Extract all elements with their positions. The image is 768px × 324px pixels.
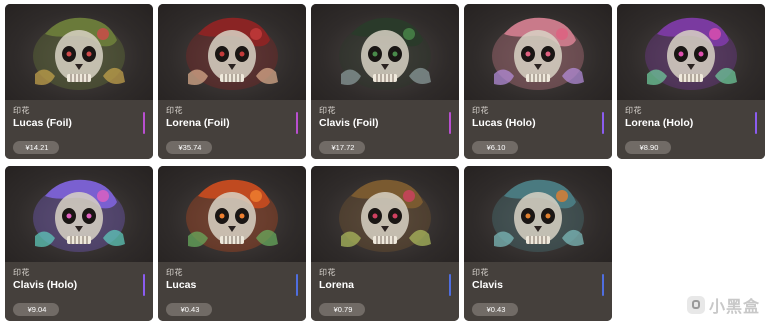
sticker-card[interactable]: 印花 Lucas (Foil) ¥14.21 bbox=[5, 4, 153, 159]
sticker-image bbox=[464, 166, 612, 262]
sticker-grid: 印花 Lucas (Foil) ¥14.21 印花 Lorena (Foil) … bbox=[5, 4, 765, 321]
rarity-bar bbox=[755, 112, 757, 134]
skull-sticker-icon bbox=[186, 17, 278, 90]
sticker-card[interactable]: 印花 Clavis ¥0.43 bbox=[464, 166, 612, 321]
item-type-label: 印花 bbox=[13, 106, 30, 115]
sticker-card[interactable]: 印花 Clavis (Foil) ¥17.72 bbox=[311, 4, 459, 159]
price-badge: ¥0.43 bbox=[166, 303, 212, 316]
skull-sticker-icon bbox=[186, 179, 278, 252]
sticker-info: 印花 Lucas ¥0.43 bbox=[158, 262, 306, 321]
sticker-image bbox=[5, 166, 153, 262]
rarity-bar bbox=[449, 274, 451, 296]
skull-sticker-icon bbox=[339, 179, 431, 252]
sticker-card[interactable]: 印花 Lucas (Holo) ¥6.10 bbox=[464, 4, 612, 159]
sticker-info: 印花 Lorena (Holo) ¥8.90 bbox=[617, 100, 765, 159]
item-name: Clavis (Holo) bbox=[13, 279, 78, 291]
sticker-info: 印花 Clavis ¥0.43 bbox=[464, 262, 612, 321]
skull-sticker-icon bbox=[33, 179, 125, 252]
price-badge: ¥8.90 bbox=[625, 141, 671, 154]
sticker-info: 印花 Lucas (Foil) ¥14.21 bbox=[5, 100, 153, 159]
rarity-bar bbox=[449, 112, 451, 134]
sticker-card[interactable]: 印花 Lorena (Foil) ¥35.74 bbox=[158, 4, 306, 159]
rarity-bar bbox=[602, 274, 604, 296]
sticker-image bbox=[158, 4, 306, 100]
price-badge: ¥17.72 bbox=[319, 141, 365, 154]
rarity-bar bbox=[296, 274, 298, 296]
item-name: Clavis (Foil) bbox=[319, 117, 379, 129]
price-badge: ¥35.74 bbox=[166, 141, 212, 154]
sticker-info: 印花 Clavis (Holo) ¥9.04 bbox=[5, 262, 153, 321]
sticker-card[interactable]: 印花 Lucas ¥0.43 bbox=[158, 166, 306, 321]
item-name: Lucas (Holo) bbox=[472, 117, 536, 129]
sticker-image bbox=[158, 166, 306, 262]
watermark: 小黑盒 bbox=[686, 293, 760, 317]
skull-sticker-icon bbox=[492, 17, 584, 90]
sticker-info: 印花 Lorena (Foil) ¥35.74 bbox=[158, 100, 306, 159]
price-badge: ¥14.21 bbox=[13, 141, 59, 154]
price-badge: ¥0.79 bbox=[319, 303, 365, 316]
heybox-logo-icon bbox=[686, 296, 705, 314]
price-badge: ¥9.04 bbox=[13, 303, 59, 316]
item-name: Clavis bbox=[472, 279, 503, 291]
sticker-image bbox=[464, 4, 612, 100]
item-type-label: 印花 bbox=[166, 268, 183, 277]
item-type-label: 印花 bbox=[166, 106, 183, 115]
price-badge: ¥6.10 bbox=[472, 141, 518, 154]
skull-sticker-icon bbox=[33, 17, 125, 90]
price-badge: ¥0.43 bbox=[472, 303, 518, 316]
rarity-bar bbox=[602, 112, 604, 134]
sticker-card[interactable]: 印花 Lorena ¥0.79 bbox=[311, 166, 459, 321]
item-type-label: 印花 bbox=[625, 106, 642, 115]
rarity-bar bbox=[296, 112, 298, 134]
sticker-image bbox=[617, 4, 765, 100]
sticker-card[interactable]: 印花 Clavis (Holo) ¥9.04 bbox=[5, 166, 153, 321]
skull-sticker-icon bbox=[339, 17, 431, 90]
item-type-label: 印花 bbox=[319, 268, 336, 277]
sticker-card[interactable]: 印花 Lorena (Holo) ¥8.90 bbox=[617, 4, 765, 159]
item-name: Lorena (Holo) bbox=[625, 117, 694, 129]
sticker-info: 印花 Lorena ¥0.79 bbox=[311, 262, 459, 321]
item-name: Lucas bbox=[166, 279, 197, 291]
sticker-info: 印花 Clavis (Foil) ¥17.72 bbox=[311, 100, 459, 159]
sticker-image bbox=[5, 4, 153, 100]
sticker-image bbox=[311, 166, 459, 262]
skull-sticker-icon bbox=[492, 179, 584, 252]
item-name: Lucas (Foil) bbox=[13, 117, 72, 129]
sticker-info: 印花 Lucas (Holo) ¥6.10 bbox=[464, 100, 612, 159]
item-name: Lorena bbox=[319, 279, 355, 291]
item-name: Lorena (Foil) bbox=[166, 117, 230, 129]
rarity-bar bbox=[143, 274, 145, 296]
item-type-label: 印花 bbox=[13, 268, 30, 277]
item-type-label: 印花 bbox=[472, 268, 489, 277]
skull-sticker-icon bbox=[645, 17, 737, 90]
item-type-label: 印花 bbox=[472, 106, 489, 115]
sticker-image bbox=[311, 4, 459, 100]
rarity-bar bbox=[143, 112, 145, 134]
watermark-text: 小黑盒 bbox=[708, 299, 760, 316]
item-type-label: 印花 bbox=[319, 106, 336, 115]
